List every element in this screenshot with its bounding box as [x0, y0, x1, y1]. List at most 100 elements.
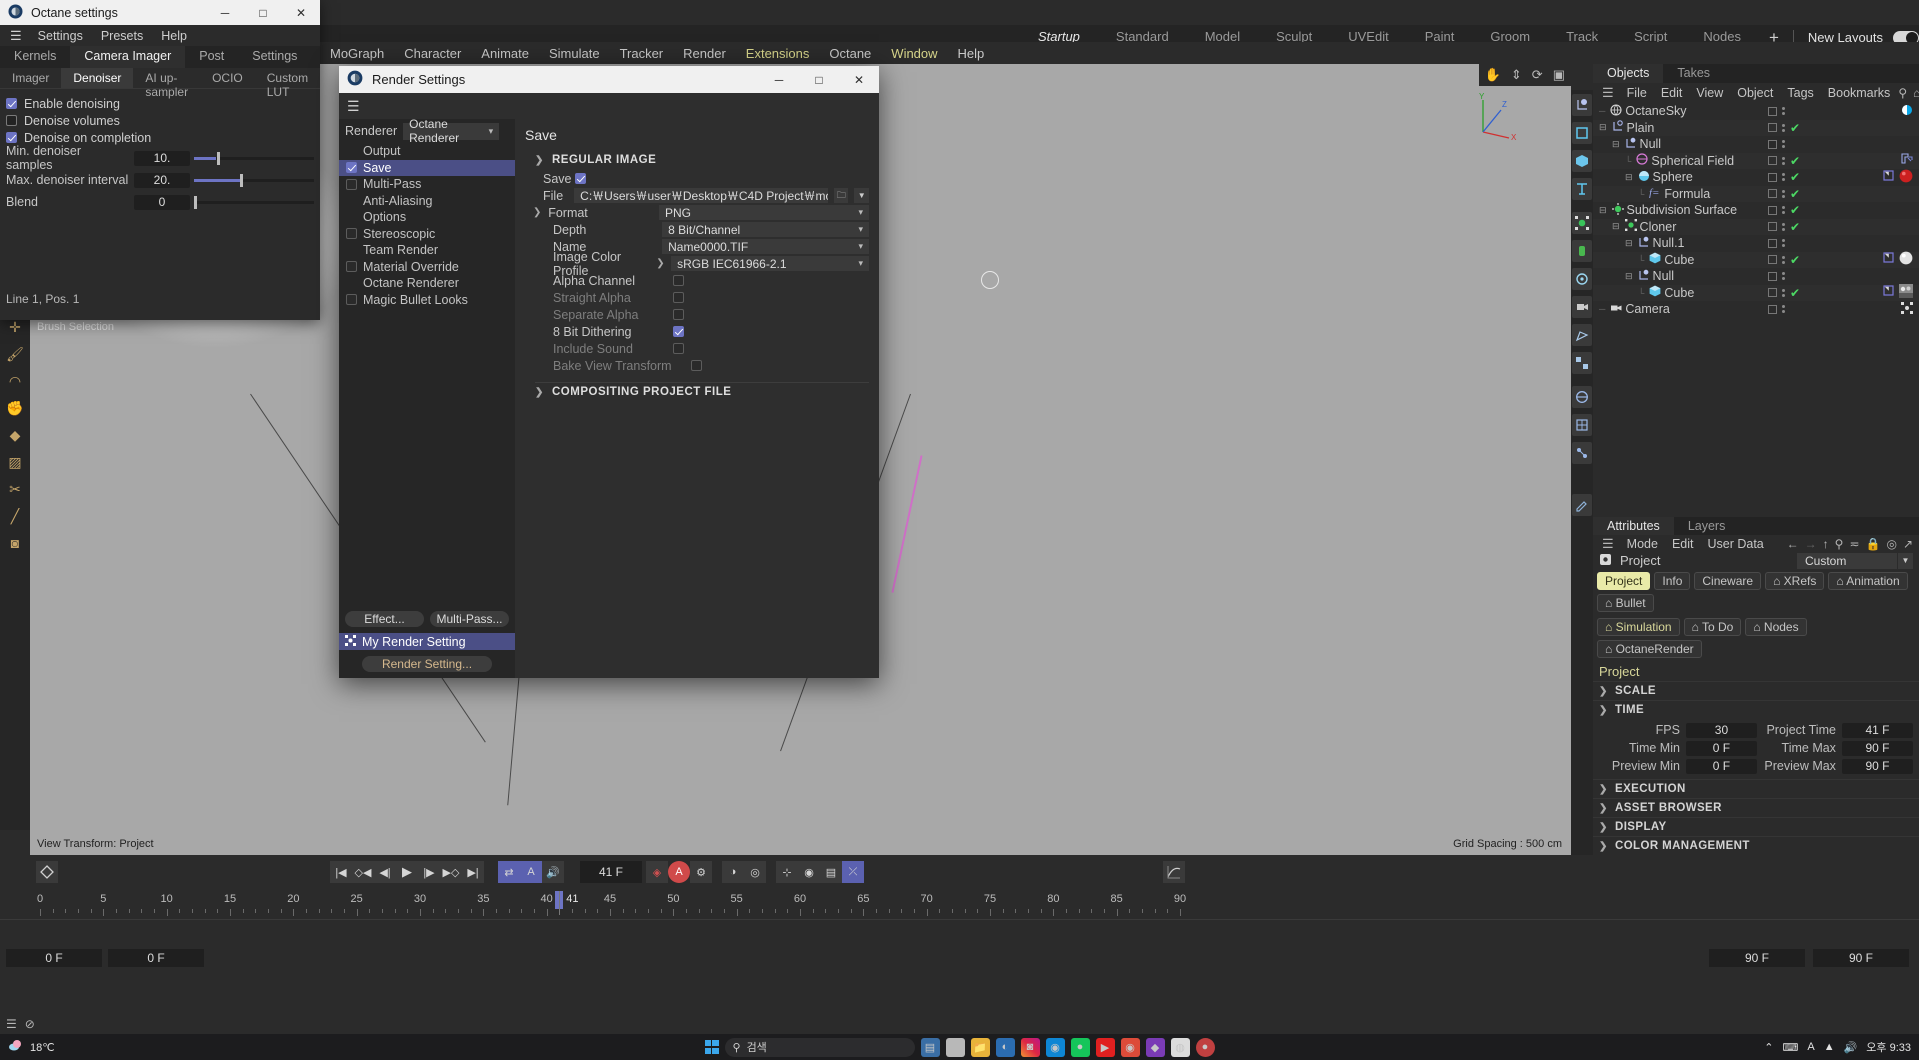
- chevron-right-icon[interactable]: ❯: [533, 207, 542, 218]
- name-select[interactable]: Name0000.TIF: [662, 239, 869, 254]
- slider-knob[interactable]: [194, 195, 197, 209]
- chevron-right-icon[interactable]: ❯: [656, 258, 665, 269]
- keyframe-settings-icon[interactable]: ⚙: [690, 861, 712, 883]
- fcurve-mode-icon[interactable]: [1163, 861, 1185, 883]
- next-frame-button[interactable]: |▶: [418, 861, 440, 883]
- render-settings-titlebar[interactable]: Render Settings ─ □ ✕: [339, 66, 879, 93]
- pla-key-icon[interactable]: ▤: [820, 861, 842, 883]
- record-keyframe-icon[interactable]: ◈: [646, 861, 668, 883]
- depth-select[interactable]: 8 Bit/Channel: [662, 222, 869, 237]
- file-path-input[interactable]: C:￦Users￦user￦Desktop￦C4D Project￦modeli…: [574, 188, 828, 203]
- camera-icon[interactable]: [1572, 296, 1592, 318]
- object-row[interactable]: ─ OctaneSky: [1593, 103, 1919, 120]
- text-spline-icon[interactable]: [1572, 178, 1592, 200]
- render-settings-item-options[interactable]: Options: [339, 209, 515, 226]
- collapse-icon[interactable]: ⊟: [1625, 172, 1633, 183]
- attribute-tab-to-do[interactable]: ⌂ To Do: [1683, 618, 1742, 636]
- visibility-toggle[interactable]: [1768, 172, 1777, 182]
- range-start-input[interactable]: 0 F: [6, 949, 102, 967]
- visibility-toggle[interactable]: [1768, 222, 1777, 232]
- visibility-toggle[interactable]: [1768, 106, 1777, 116]
- objects-menu-bookmarks[interactable]: Bookmarks: [1822, 86, 1897, 100]
- render-settings-item-multi-pass[interactable]: Multi-Pass: [339, 176, 515, 193]
- objects-menu-view[interactable]: View: [1690, 86, 1729, 100]
- grab-tool-icon[interactable]: ✊: [4, 397, 26, 419]
- group-regular-image[interactable]: ❯ REGULAR IMAGE: [525, 151, 869, 170]
- menu-character[interactable]: Character: [394, 44, 471, 63]
- pan-icon[interactable]: ✋: [1485, 67, 1501, 83]
- minimize-button[interactable]: ─: [759, 66, 799, 93]
- red-material[interactable]: [1899, 169, 1913, 186]
- alpha-channel-checkbox[interactable]: [673, 275, 684, 286]
- hamburger-icon[interactable]: ☰: [6, 1017, 17, 1031]
- instagram-icon[interactable]: ◙: [1020, 1037, 1040, 1057]
- generator-icon[interactable]: [1572, 268, 1592, 290]
- object-row[interactable]: ⊟ Null: [1593, 268, 1919, 285]
- hamburger-icon[interactable]: ☰: [347, 98, 360, 115]
- plane-primitive-icon[interactable]: [1572, 122, 1592, 144]
- objects-menu-file[interactable]: File: [1621, 86, 1653, 100]
- section-execution[interactable]: ❯ EXECUTION: [1593, 779, 1919, 798]
- home-icon[interactable]: ⌂: [1913, 86, 1919, 100]
- dynamics-icon[interactable]: [1572, 386, 1592, 408]
- min-denoiser-samples-slider[interactable]: [194, 151, 314, 166]
- texture-material[interactable]: [1899, 284, 1913, 301]
- prev-key-button[interactable]: ◇◀: [352, 861, 374, 883]
- time-min-input[interactable]: 0 F: [1685, 740, 1757, 756]
- autokeying-icon[interactable]: A: [668, 861, 690, 883]
- keyboard-icon[interactable]: ⌨: [1782, 1041, 1798, 1054]
- attribute-tab-nodes[interactable]: ⌂ Nodes: [1745, 618, 1807, 636]
- visibility-toggle[interactable]: [1768, 139, 1777, 149]
- octane-subtab-denoiser[interactable]: Denoiser: [61, 68, 134, 88]
- visibility-dots[interactable]: [1781, 123, 1786, 132]
- brush-tool-icon[interactable]: 🖌: [4, 343, 26, 365]
- preview-end-input[interactable]: 90 F: [1813, 949, 1909, 967]
- rotate-icon[interactable]: ⟳: [1532, 67, 1543, 83]
- item-checkbox[interactable]: [346, 261, 357, 273]
- wifi-icon[interactable]: ▲: [1824, 1041, 1835, 1053]
- section-display[interactable]: ❯ DISPLAY: [1593, 817, 1919, 836]
- language-icon[interactable]: A: [1807, 1041, 1814, 1053]
- object-row[interactable]: ⊟ Cloner ✔: [1593, 218, 1919, 235]
- app-icon[interactable]: ●: [1070, 1037, 1090, 1057]
- knife-tool-icon[interactable]: ✂: [4, 478, 26, 500]
- octane-tab-kernels[interactable]: Kernels: [0, 46, 70, 68]
- octane-tab-post[interactable]: Post: [185, 46, 238, 68]
- filter-icon[interactable]: ≂: [1849, 537, 1859, 551]
- attribute-tab-simulation[interactable]: ⌂ Simulation: [1597, 618, 1680, 636]
- object-tree[interactable]: ─ OctaneSky ⊟ Plain ✔ ⊟ Null └ Spherical Field ✔ ⊟…: [1593, 103, 1919, 517]
- chevron-down-icon[interactable]: ▼: [854, 188, 869, 203]
- objects-menu-edit[interactable]: Edit: [1655, 86, 1689, 100]
- forward-arrow-icon[interactable]: →: [1805, 537, 1817, 551]
- max-denoiser-interval-slider[interactable]: [194, 173, 314, 188]
- project-time-input[interactable]: 41 F: [1841, 722, 1913, 738]
- next-key-button[interactable]: ▶◇: [440, 861, 462, 883]
- rotation-key-icon[interactable]: ⊹: [776, 861, 798, 883]
- null-object-icon[interactable]: [1572, 94, 1592, 116]
- format-select[interactable]: PNG: [658, 205, 869, 220]
- weather-widget[interactable]: 18℃: [0, 1039, 55, 1056]
- visibility-toggle[interactable]: [1768, 288, 1777, 298]
- flag-tag[interactable]: [1883, 252, 1895, 267]
- octane-subtab-ai-upsampler[interactable]: AI up-sampler: [133, 68, 200, 99]
- slider-knob[interactable]: [239, 173, 243, 187]
- object-row[interactable]: └ f= Formula ✔: [1593, 185, 1919, 202]
- back-arrow-icon[interactable]: ←: [1787, 537, 1799, 551]
- item-checkbox[interactable]: [346, 294, 357, 306]
- edge-icon[interactable]: ◉: [1045, 1037, 1065, 1057]
- pinch-tool-icon[interactable]: ◆: [4, 424, 26, 446]
- volume-icon[interactable]: 🔊: [1844, 1041, 1858, 1054]
- smooth-tool-icon[interactable]: ◠: [4, 370, 26, 392]
- windows-start-icon[interactable]: [704, 1040, 719, 1054]
- visibility-toggle[interactable]: [1768, 238, 1777, 248]
- collapse-icon[interactable]: ⊟: [1599, 122, 1607, 133]
- group-compositing-project-file[interactable]: ❯ COMPOSITING PROJECT FILE: [525, 383, 869, 402]
- chrome-icon[interactable]: ◉: [1120, 1037, 1140, 1057]
- close-button[interactable]: ✕: [282, 0, 320, 25]
- octane-tab-settings[interactable]: Settings: [238, 46, 311, 68]
- half-circle[interactable]: [1901, 104, 1913, 119]
- visibility-dots[interactable]: [1781, 255, 1786, 264]
- visibility-toggle[interactable]: [1768, 304, 1777, 314]
- tab-layers[interactable]: Layers: [1674, 517, 1740, 535]
- visibility-dots[interactable]: [1781, 189, 1786, 198]
